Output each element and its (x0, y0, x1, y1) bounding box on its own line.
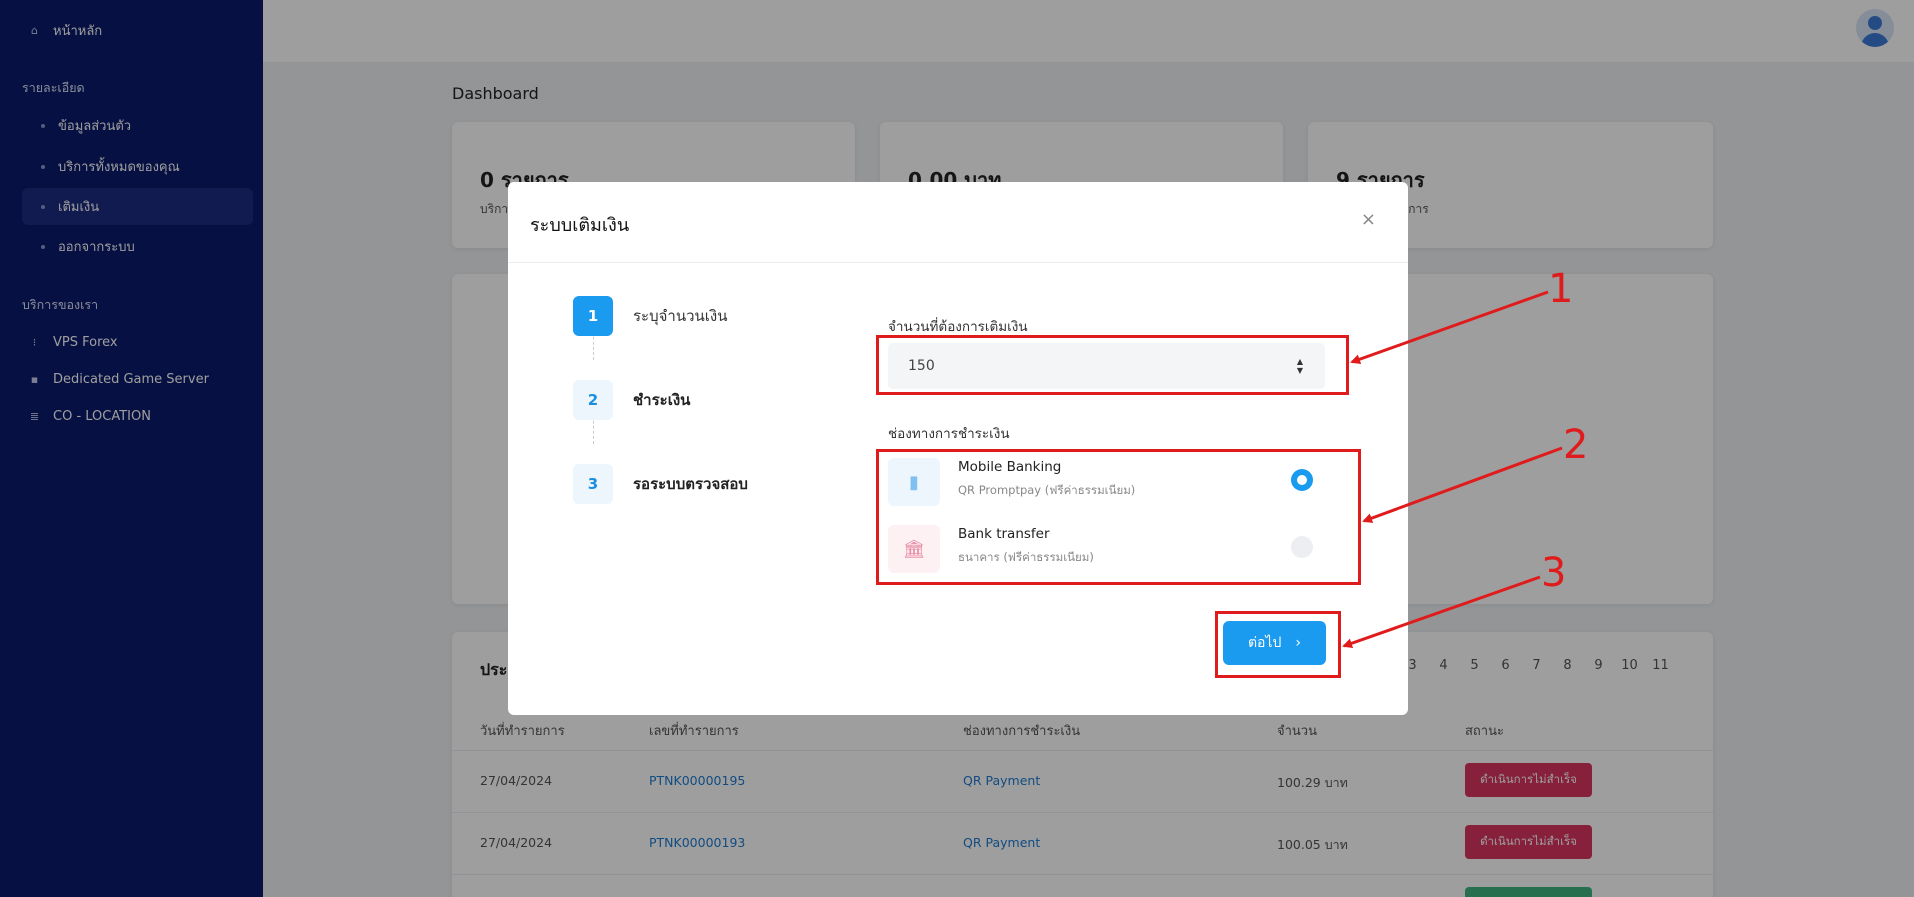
annotation-arrow-2 (1362, 446, 1563, 523)
annotation-arrow-3 (1342, 575, 1541, 649)
annotation-arrow-1 (1350, 290, 1549, 365)
annotation-arrows (1342, 290, 1563, 649)
